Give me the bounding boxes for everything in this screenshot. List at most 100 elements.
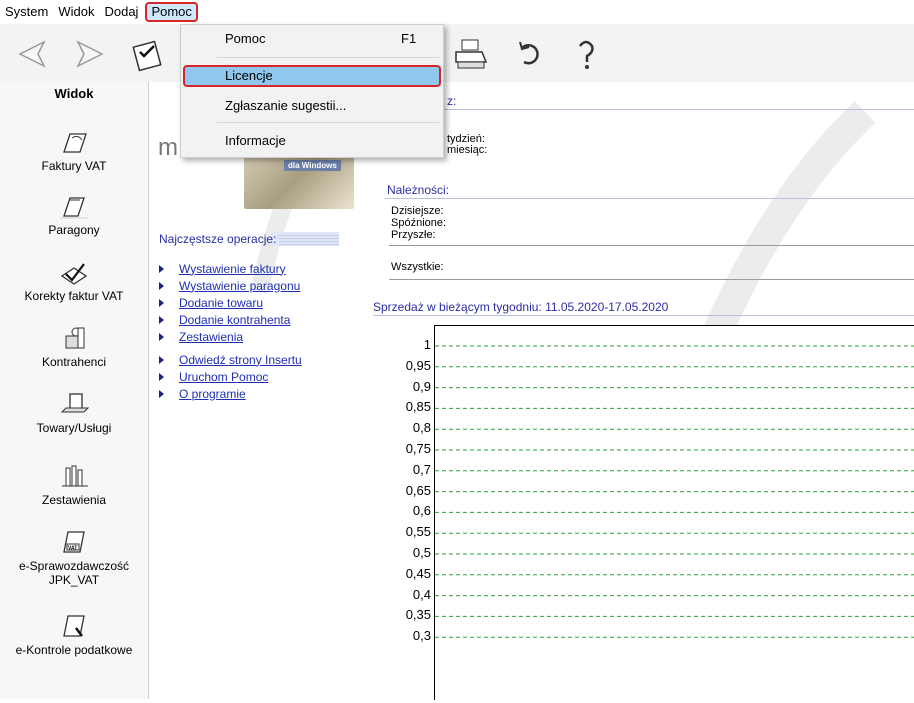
sidebar-item-zestawienia[interactable]: Zestawienia <box>0 462 148 507</box>
menu-dodaj[interactable]: Dodaj <box>99 2 143 22</box>
summary-panel: z: tydzień: miesiąc: Należności: Dzisiej… <box>373 82 914 700</box>
forward-arrow-icon[interactable] <box>70 34 110 74</box>
sidebar-item-e-kontrole[interactable]: e-Kontrole podatkowe <box>0 612 148 657</box>
y-tick-label: 0,95 <box>405 357 431 373</box>
start-panel: m dla Windows Najczęstsze operacje: Wyst… <box>149 82 384 699</box>
sidebar-item-label: Zestawienia <box>41 493 107 507</box>
correction-icon <box>60 263 88 285</box>
y-tick-label: 0,55 <box>405 524 431 540</box>
y-tick-label: 0,7 <box>412 461 431 477</box>
jpk-vat-icon: VAT <box>63 531 85 553</box>
sidebar-item-label: Towary/Usługi <box>36 421 112 435</box>
sidebar-item-korekty[interactable]: Korekty faktur VAT <box>0 258 148 303</box>
bullet-arrow-icon <box>159 389 164 398</box>
divider <box>385 198 914 199</box>
menu-widok[interactable]: Widok <box>53 2 99 22</box>
toolbar <box>0 24 914 83</box>
sidebar-item-jpk-vat[interactable]: VAT e-Sprawozdawczość JPK_VAT <box>0 528 148 587</box>
menu-pomoc[interactable]: Pomoc <box>145 2 198 22</box>
divider <box>389 279 914 280</box>
bullet-arrow-icon <box>159 298 164 307</box>
op-link[interactable]: O programie <box>179 387 246 401</box>
op-wystawienie-faktury[interactable]: Wystawienie faktury <box>157 260 302 277</box>
refresh-icon[interactable] <box>510 34 550 74</box>
sidebar-title: Widok <box>54 86 94 101</box>
bullet-arrow-icon <box>159 372 164 381</box>
sidebar-item-paragony[interactable]: Paragony <box>0 192 148 237</box>
sidebar-item-kontrahenci[interactable]: Kontrahenci <box>0 324 148 369</box>
menu-bar: System Widok Dodaj Pomoc <box>0 0 914 24</box>
bullet-arrow-icon <box>159 355 164 364</box>
label-overdue: Spóźnione: <box>391 217 447 229</box>
sidebar-item-faktury-vat[interactable]: Faktury VAT <box>0 128 148 173</box>
y-tick-label: 0,4 <box>412 586 431 602</box>
op-link[interactable]: Wystawienie faktury <box>179 262 286 276</box>
contractors-icon <box>65 327 85 349</box>
op-link[interactable]: Uruchom Pomoc <box>179 370 268 384</box>
op-dodanie-towaru[interactable]: Dodanie towaru <box>157 294 302 311</box>
bullet-arrow-icon <box>159 264 164 273</box>
checklist-icon[interactable] <box>128 34 168 74</box>
sidebar-item-label: Paragony <box>48 223 100 237</box>
sidebar-item-label: e-Kontrole podatkowe <box>15 643 133 657</box>
op-zestawienia[interactable]: Zestawienia <box>157 328 302 345</box>
printer-icon[interactable] <box>450 34 490 74</box>
goods-icon <box>60 393 90 413</box>
y-tick-label: 0,75 <box>405 441 431 456</box>
y-tick-label: 0,3 <box>412 628 431 644</box>
reports-icon <box>62 465 88 487</box>
menu-item-pomoc[interactable]: Pomoc F1 <box>183 28 441 50</box>
op-link[interactable]: Wystawienie paragonu <box>179 279 300 293</box>
ops-title: Najczęstsze operacje: <box>159 232 340 246</box>
back-arrow-icon[interactable] <box>12 34 52 74</box>
bullet-arrow-icon <box>159 315 164 324</box>
logo-badge: dla Windows <box>284 160 341 171</box>
menu-item-label: Licencje <box>225 68 273 83</box>
divider <box>373 315 914 316</box>
op-dodanie-kontrahenta[interactable]: Dodanie kontrahenta <box>157 311 302 328</box>
divider <box>389 245 914 246</box>
y-tick-label: 0,9 <box>412 378 431 394</box>
receipt-icon <box>60 197 88 219</box>
link-odwiedz-strony[interactable]: Odwiedź strony Insertu <box>157 351 302 368</box>
section-sales-title: z: <box>447 94 457 108</box>
sidebar-item-towary[interactable]: Towary/Usługi <box>0 390 148 435</box>
menu-item-label: Pomoc <box>225 31 266 46</box>
sidebar-item-label: Faktury VAT <box>41 159 107 173</box>
help-icon[interactable] <box>566 34 606 74</box>
menu-separator <box>217 122 439 123</box>
sidebar-item-label: Kontrahenci <box>41 355 107 369</box>
y-tick-label: 0,65 <box>405 482 431 498</box>
y-tick-label: 0,6 <box>412 503 431 519</box>
menu-item-shortcut: F1 <box>401 31 417 46</box>
y-tick-label: 1 <box>423 337 431 352</box>
pomoc-dropdown-menu: Pomoc F1 Licencje Zgłaszanie sugestii...… <box>180 24 444 158</box>
link-uruchom-pomoc[interactable]: Uruchom Pomoc <box>157 368 302 385</box>
menu-item-label: Zgłaszanie sugestii... <box>225 98 347 113</box>
menu-item-zglaszanie-sugestii[interactable]: Zgłaszanie sugestii... <box>183 95 441 117</box>
op-link[interactable]: Dodanie towaru <box>179 296 263 310</box>
menu-item-label: Informacje <box>225 133 286 148</box>
menu-item-informacje[interactable]: Informacje <box>183 130 441 152</box>
logo-text: m <box>158 134 178 161</box>
menu-system[interactable]: System <box>0 2 53 22</box>
divider <box>385 109 914 110</box>
menu-item-licencje[interactable]: Licencje <box>183 65 441 87</box>
link-o-programie[interactable]: O programie <box>157 385 302 402</box>
chart-title: Sprzedaż w bieżącym tygodniu: 11.05.2020… <box>373 300 669 314</box>
op-link[interactable]: Odwiedź strony Insertu <box>179 353 302 367</box>
op-link[interactable]: Dodanie kontrahenta <box>179 313 290 327</box>
sidebar-item-label: e-Sprawozdawczość JPK_VAT <box>18 559 130 587</box>
ops-list: Wystawienie faktury Wystawienie paragonu… <box>157 260 302 402</box>
label-all: Wszystkie: <box>391 261 444 273</box>
invoice-icon <box>63 133 87 153</box>
y-tick-label: 0,85 <box>405 399 431 415</box>
menu-separator <box>217 57 439 58</box>
op-wystawienie-paragonu[interactable]: Wystawienie paragonu <box>157 277 302 294</box>
op-link[interactable]: Zestawienia <box>179 330 243 344</box>
y-tick-label: 0,8 <box>412 420 431 436</box>
svg-text:VAT: VAT <box>68 546 77 552</box>
sales-chart <box>434 325 914 700</box>
y-tick-label: 0,35 <box>405 607 431 623</box>
y-tick-label: 0,5 <box>412 545 431 560</box>
